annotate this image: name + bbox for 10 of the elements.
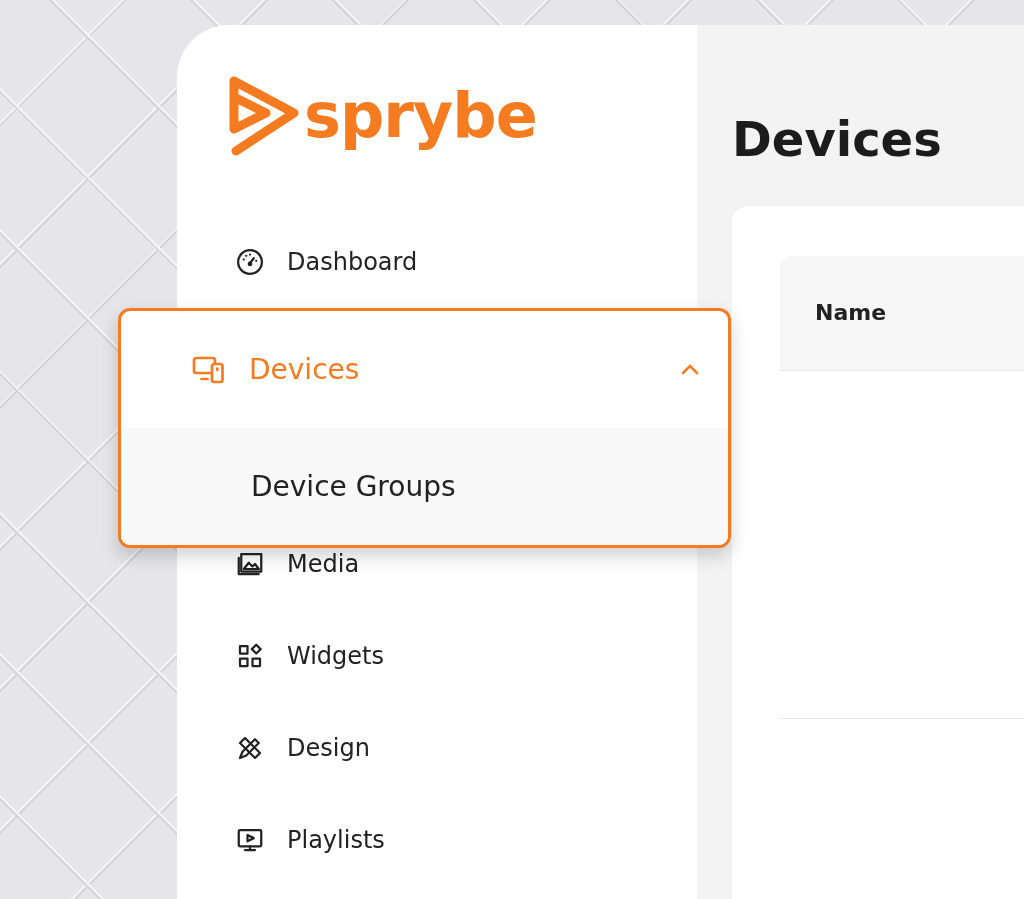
gauge-icon (235, 247, 265, 277)
logo-icon (228, 75, 300, 157)
page-title: Devices (732, 113, 943, 166)
nav-item[interactable]: Playlists (287, 826, 385, 854)
nav-item[interactable]: Media (287, 550, 360, 578)
nav-item[interactable]: Design (287, 734, 370, 762)
submenu-item[interactable]: Device Groups (121, 428, 728, 545)
column-header[interactable]: Name (815, 300, 887, 326)
nav-item[interactable]: Dashboard (287, 248, 418, 276)
nav-item[interactable]: Widgets (287, 642, 385, 670)
